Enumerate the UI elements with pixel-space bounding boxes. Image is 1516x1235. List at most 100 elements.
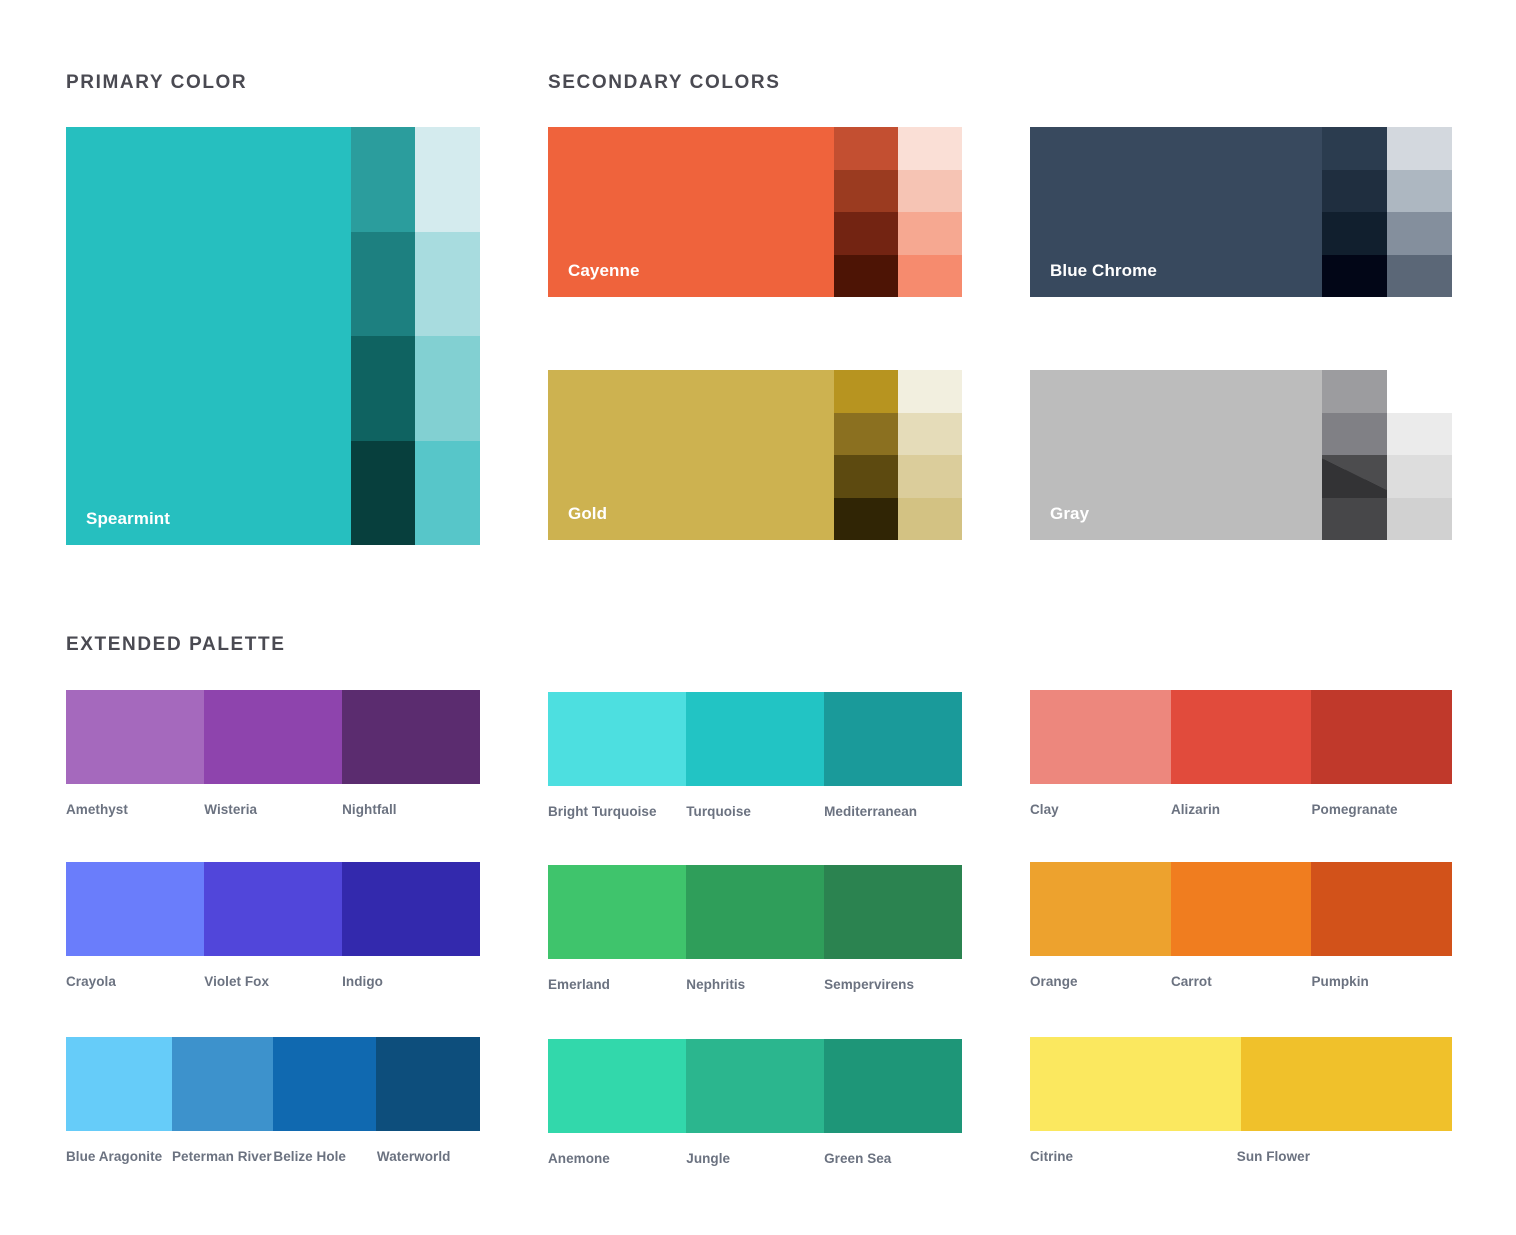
swatch-label-row: Bright Turquoise Turquoise Mediterranean — [548, 804, 962, 832]
light-shade-2-spearmint[interactable] — [415, 231, 480, 336]
light-shade-ramp-blue-chrome — [1387, 127, 1452, 297]
secondary-color-block-blue-chrome[interactable]: Blue Chrome — [1030, 127, 1452, 297]
light-shade-3-gray[interactable] — [1387, 455, 1452, 498]
light-shade-4-cayenne[interactable] — [898, 254, 962, 297]
dark-shade-1-cayenne[interactable] — [834, 127, 899, 170]
light-shade-1-spearmint[interactable] — [415, 127, 480, 232]
swatch-label-turquoise: Turquoise — [686, 804, 751, 819]
swatch-sun-flower[interactable] — [1241, 1037, 1452, 1131]
base-swatch-gold[interactable]: Gold — [548, 370, 835, 540]
swatch-waterworld[interactable] — [376, 1037, 480, 1131]
swatch-belize-hole[interactable] — [273, 1037, 377, 1131]
base-swatch-blue-chrome[interactable]: Blue Chrome — [1030, 127, 1323, 297]
dark-shade-3-cayenne[interactable] — [834, 212, 899, 255]
dark-shade-2-cayenne[interactable] — [834, 169, 899, 212]
swatch-green-sea[interactable] — [824, 1039, 962, 1133]
swatch-orange[interactable] — [1030, 862, 1171, 956]
light-shade-2-cayenne[interactable] — [898, 169, 962, 212]
swatch-carrot[interactable] — [1170, 862, 1312, 956]
swatch-label-anemone: Anemone — [548, 1151, 610, 1166]
palette-group-ocean-blues: Blue Aragonite Peterman River Belize Hole W… — [66, 1037, 480, 1177]
secondary-colors-section-title: SECONDARY COLORS — [548, 72, 781, 93]
swatch-pomegranate[interactable] — [1311, 690, 1452, 784]
dark-shade-3-blue-chrome[interactable] — [1322, 212, 1387, 255]
swatch-turquoise[interactable] — [686, 692, 825, 786]
swatch-citrine[interactable] — [1030, 1037, 1241, 1131]
swatch-mediterranean[interactable] — [824, 692, 962, 786]
secondary-color-block-cayenne[interactable]: Cayenne — [548, 127, 962, 297]
light-shade-4-spearmint[interactable] — [415, 440, 480, 545]
light-shade-2-gray[interactable] — [1387, 412, 1452, 455]
swatch-row — [66, 690, 480, 784]
dark-shade-1-spearmint[interactable] — [350, 127, 416, 232]
swatch-violet-fox[interactable] — [204, 862, 343, 956]
swatch-crayola[interactable] — [66, 862, 205, 956]
swatch-row — [1030, 862, 1452, 956]
swatch-label-row: Amethyst Wisteria Nightfall — [66, 802, 480, 830]
light-shade-1-gray[interactable] — [1387, 370, 1452, 413]
dark-shade-4-cayenne[interactable] — [834, 254, 899, 297]
dark-shade-4-blue-chrome[interactable] — [1322, 254, 1387, 297]
dark-shade-4-gold[interactable] — [834, 497, 899, 540]
light-shade-4-gray[interactable] — [1387, 497, 1452, 540]
swatch-label-jungle: Jungle — [686, 1151, 731, 1166]
dark-shade-2-gold[interactable] — [834, 412, 899, 455]
swatch-label-waterworld: Waterworld — [376, 1149, 451, 1164]
dark-shade-3-gray[interactable] — [1322, 455, 1387, 498]
dark-shade-2-spearmint[interactable] — [350, 231, 416, 336]
dark-shade-2-blue-chrome[interactable] — [1322, 169, 1387, 212]
swatch-nightfall[interactable] — [342, 690, 480, 784]
swatch-pumpkin[interactable] — [1311, 862, 1452, 956]
palette-group-turquoises: Bright Turquoise Turquoise Mediterranean — [548, 692, 962, 832]
dark-shade-2-gray[interactable] — [1322, 412, 1387, 455]
style-guide-page: PRIMARY COLOR Spearmint SECONDARY COLORS… — [0, 0, 1516, 1235]
swatch-row — [548, 865, 962, 959]
dark-shade-3-spearmint[interactable] — [350, 336, 416, 441]
palette-group-purples: Amethyst Wisteria Nightfall — [66, 690, 480, 830]
secondary-color-block-gray[interactable]: Gray — [1030, 370, 1452, 540]
dark-shade-1-gold[interactable] — [834, 370, 899, 413]
swatch-label-violet-fox: Violet Fox — [204, 974, 270, 989]
primary-color-block-spearmint[interactable]: Spearmint — [66, 127, 480, 545]
light-shade-3-blue-chrome[interactable] — [1387, 212, 1452, 255]
swatch-anemone[interactable] — [548, 1039, 687, 1133]
swatch-wisteria[interactable] — [204, 690, 343, 784]
dark-shade-4-spearmint[interactable] — [350, 440, 416, 545]
swatch-bright-turquoise[interactable] — [548, 692, 687, 786]
swatch-label-carrot: Carrot — [1170, 974, 1212, 989]
light-shade-4-blue-chrome[interactable] — [1387, 254, 1452, 297]
secondary-color-block-gold[interactable]: Gold — [548, 370, 962, 540]
swatch-row — [1030, 690, 1452, 784]
swatch-blue-aragonite[interactable] — [66, 1037, 172, 1131]
swatch-label-row: Emerland Nephritis Sempervirens — [548, 977, 962, 1005]
swatch-sempervirens[interactable] — [824, 865, 962, 959]
swatch-label-clay: Clay — [1030, 802, 1059, 817]
light-shade-2-blue-chrome[interactable] — [1387, 169, 1452, 212]
dark-shade-3-gold[interactable] — [834, 455, 899, 498]
swatch-amethyst[interactable] — [66, 690, 205, 784]
base-swatch-cayenne[interactable]: Cayenne — [548, 127, 835, 297]
light-shade-3-spearmint[interactable] — [415, 336, 480, 441]
swatch-emerland[interactable] — [548, 865, 687, 959]
dark-shade-4-gray[interactable] — [1322, 497, 1387, 540]
light-shade-2-gold[interactable] — [898, 412, 962, 455]
light-shade-4-gold[interactable] — [898, 497, 962, 540]
swatch-clay[interactable] — [1030, 690, 1171, 784]
light-shade-1-blue-chrome[interactable] — [1387, 127, 1452, 170]
light-shade-3-cayenne[interactable] — [898, 212, 962, 255]
light-shade-1-cayenne[interactable] — [898, 127, 962, 170]
dark-shade-1-gray[interactable] — [1322, 370, 1387, 413]
swatch-label-orange: Orange — [1030, 974, 1078, 989]
swatch-nephritis[interactable] — [686, 865, 825, 959]
swatch-jungle[interactable] — [686, 1039, 825, 1133]
light-shade-1-gold[interactable] — [898, 370, 962, 413]
dark-shade-ramp-gray — [1322, 370, 1387, 540]
light-shade-ramp-gray — [1387, 370, 1452, 540]
swatch-indigo[interactable] — [342, 862, 480, 956]
swatch-alizarin[interactable] — [1170, 690, 1312, 784]
dark-shade-1-blue-chrome[interactable] — [1322, 127, 1387, 170]
base-swatch-gray[interactable]: Gray — [1030, 370, 1323, 540]
base-swatch-spearmint[interactable]: Spearmint — [66, 127, 351, 545]
light-shade-3-gold[interactable] — [898, 455, 962, 498]
swatch-peterman-river[interactable] — [171, 1037, 274, 1131]
